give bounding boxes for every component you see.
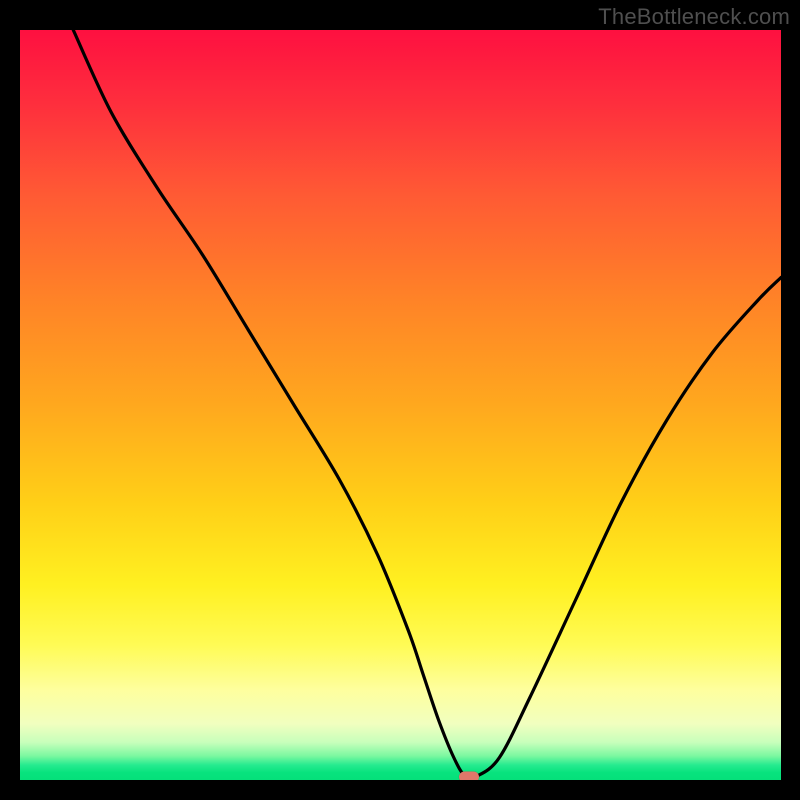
curve-path bbox=[73, 30, 781, 779]
plot-area bbox=[20, 30, 781, 780]
bottleneck-curve bbox=[20, 30, 781, 780]
chart-frame: TheBottleneck.com bbox=[0, 0, 800, 800]
optimum-marker bbox=[459, 772, 479, 781]
watermark-text: TheBottleneck.com bbox=[598, 4, 790, 30]
